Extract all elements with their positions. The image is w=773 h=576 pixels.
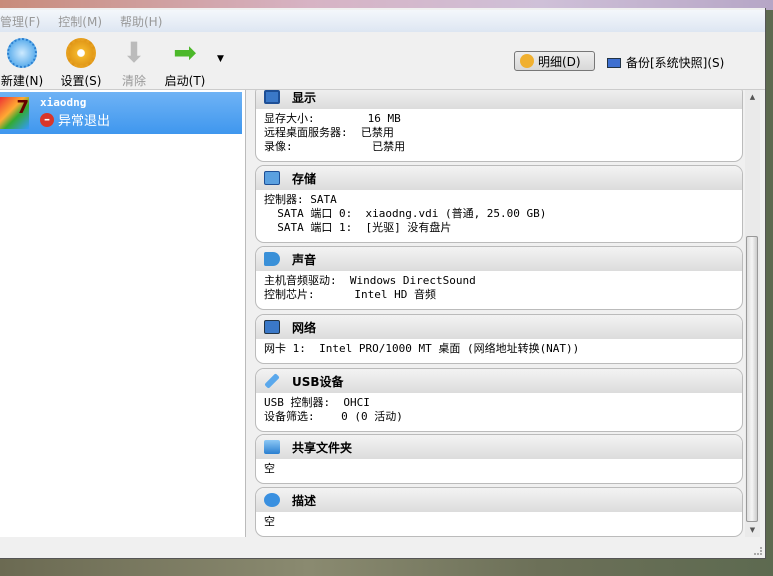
new-label: 新建(N) [0,74,44,88]
arrow-right-icon: ➡ [173,36,197,69]
detail-row: 网卡 1: Intel PRO/1000 MT 桌面 (网络地址转换(NAT)) [264,342,580,355]
details-scrollbar[interactable]: ▲ ▼ [745,90,760,537]
section-title: 声音 [292,252,317,267]
resize-grip-icon[interactable] [754,547,762,555]
section-network: 网络网卡 1: Intel PRO/1000 MT 桌面 (网络地址转换(NAT… [255,314,743,364]
detail-row: SATA 端口 1: [光驱] 没有盘片 [264,221,452,234]
windows7-os-icon: 7 [0,97,29,129]
start-label: 启动(T) [164,74,206,88]
detail-row: 设备筛选: 0 (0 活动) [264,410,403,423]
settings-label: 设置(S) [60,74,102,88]
scrollbar-thumb[interactable] [746,236,758,522]
hard-disk-icon [264,171,280,185]
monitor-icon [264,90,280,104]
vm-list: 7 xiaodng – 异常退出 [0,90,246,537]
detail-row: 控制器: SATA [264,193,337,206]
start-dropdown-icon[interactable]: ▼ [217,54,224,64]
section-title: 共享文件夹 [292,440,353,455]
menu-control[interactable]: 控制(M) [58,13,102,30]
scroll-up-icon[interactable]: ▲ [745,93,760,101]
speaker-icon [264,252,280,266]
section-title: USB设备 [292,374,344,389]
gear-icon [520,54,534,68]
detail-row: 录像: 已禁用 [264,140,406,153]
vm-list-item[interactable]: 7 xiaodng – 异常退出 [0,92,242,134]
section-title: 网络 [292,320,317,335]
detail-row: 空 [264,462,275,475]
vm-name: xiaodng [40,96,87,109]
section-title: 存储 [292,171,317,186]
detail-row: 远程桌面服务器: 已禁用 [264,126,394,139]
detail-row: 空 [264,515,275,528]
start-button[interactable]: ➡ 启动(T) [162,38,208,89]
arrow-down-icon: ⬇ [122,36,146,69]
details-label: 明细(D) [538,54,581,69]
settings-button[interactable]: 设置(S) [58,38,104,89]
snapshots-button[interactable]: 备份[系统快照](S) [607,54,724,71]
discard-label: 清除 [121,74,146,88]
detail-row: 显存大小: 16 MB [264,112,401,125]
menu-bar: 管理(F) 控制(M) 帮助(H) [0,10,765,32]
speech-bubble-icon [264,493,280,507]
new-starburst-icon [7,38,37,68]
section-description: 描述空 [255,487,743,537]
detail-row: SATA 端口 0: xiaodng.vdi (普通, 25.00 GB) [264,207,547,220]
usb-plug-icon [264,373,280,389]
section-shared-folders: 共享文件夹空 [255,434,743,484]
detail-row: 主机音频驱动: Windows DirectSound [264,274,476,287]
menu-machine[interactable]: 管理(F) [0,13,40,30]
vm-state: 异常退出 [58,114,111,129]
details-pane: 显示显存大小: 16 MB 远程桌面服务器: 已禁用 录像: 已禁用 存储控制器: … [252,90,760,537]
section-storage: 存储控制器: SATA SATA 端口 0: xiaodng.vdi (普通, … [255,165,743,243]
folder-icon [264,440,280,454]
toolbar: 新建(N) 设置(S) ⬇ 清除 ➡ 启动(T) ▼ 明细(D) 备份[系统快照](… [0,34,765,90]
details-button[interactable]: 明细(D) [514,51,595,71]
detail-row: USB 控制器: OHCI [264,396,370,409]
gear-icon [66,38,96,68]
section-title: 显示 [292,90,317,105]
camera-icon [607,57,621,68]
snapshots-label: 备份[系统快照](S) [626,56,725,70]
section-usb: USB设备 USB 控制器: OHCI 设备筛选: 0 (0 活动) [255,368,743,432]
network-icon [264,320,280,334]
section-display: 显示显存大小: 16 MB 远程桌面服务器: 已禁用 录像: 已禁用 [255,90,743,162]
aborted-state-icon: – [40,112,54,127]
scroll-down-icon[interactable]: ▼ [745,526,760,534]
section-title: 描述 [292,493,317,508]
discard-button[interactable]: ⬇ 清除 [118,38,150,89]
section-audio: 声音主机音频驱动: Windows DirectSound 控制芯片: Intel… [255,246,743,310]
new-button[interactable]: 新建(N) [0,38,44,89]
detail-row: 控制芯片: Intel HD 音频 [264,288,436,301]
menu-help[interactable]: 帮助(H) [120,13,162,30]
virtualbox-window: 管理(F) 控制(M) 帮助(H) 新建(N) 设置(S) ⬇ 清除 ➡ 启动(T)… [0,8,766,559]
